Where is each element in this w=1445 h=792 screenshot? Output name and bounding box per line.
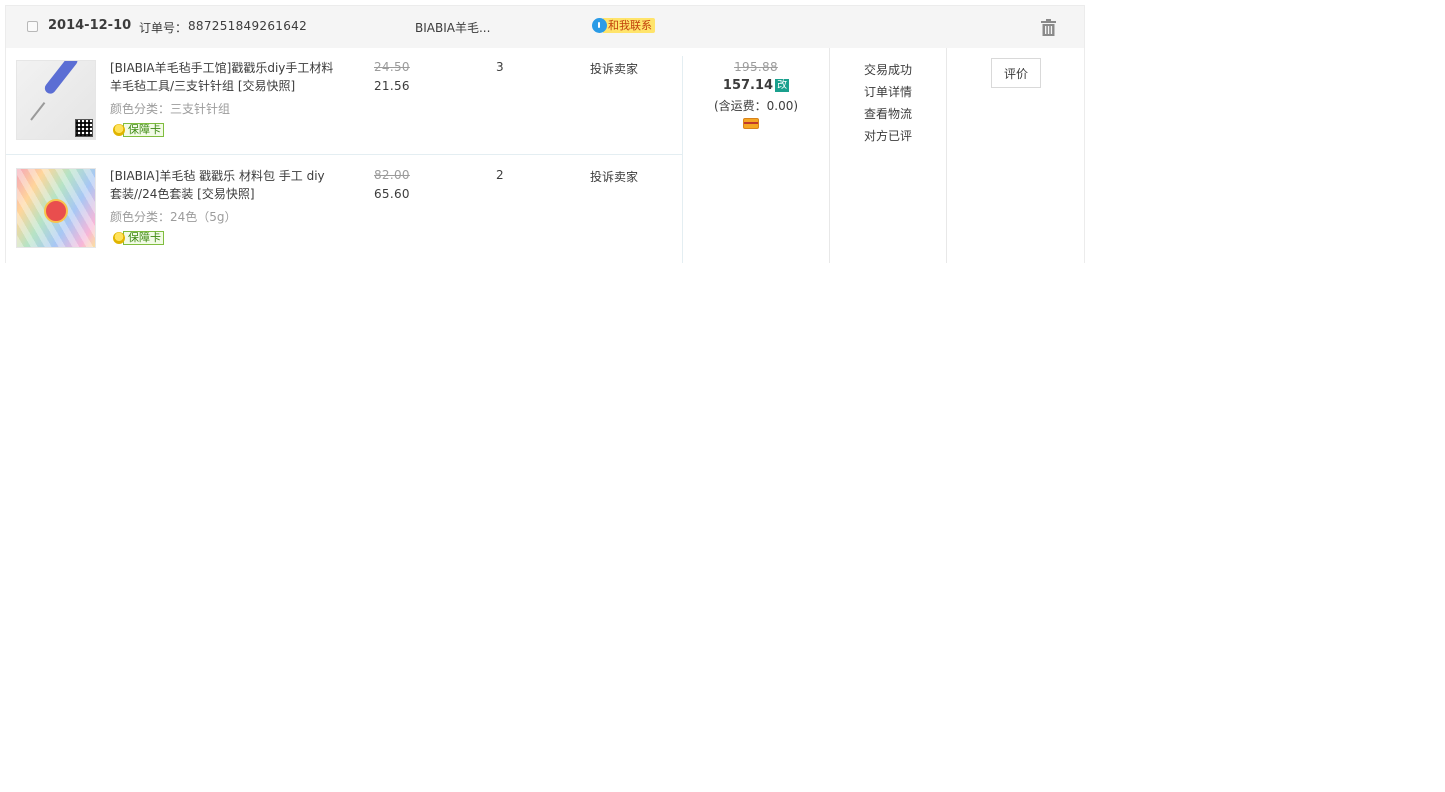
needle-image-shape	[30, 102, 46, 121]
order-card: 2014-12-10 订单号： 887251849261642 BIABIA羊毛…	[5, 5, 1085, 263]
qr-code-icon	[75, 119, 93, 137]
order-item: [BIABIA]羊毛毡 戳戳乐 材料包 手工 diy套装//24色套装 [交易快…	[6, 156, 682, 261]
order-header: 2014-12-10 订单号： 887251849261642 BIABIA羊毛…	[5, 5, 1085, 48]
trade-status: 交易成功	[863, 63, 912, 77]
guarantee-card-icon	[113, 124, 125, 136]
order-number: 887251849261642	[188, 19, 308, 33]
view-logistics-link[interactable]: 查看物流	[830, 105, 946, 122]
contact-seller-label: 和我联系	[603, 17, 655, 33]
item-sku: 颜色分类：24色（5g）	[110, 210, 237, 224]
total-price: 157.14 改	[683, 78, 829, 93]
seller-rated-status: 对方已评	[863, 129, 912, 143]
item-price: 65.60	[374, 187, 410, 201]
order-item: [BIABIA羊毛毡手工馆]戳戳乐diy手工材料羊毛毡工具/三支针针组 [交易快…	[6, 48, 682, 153]
item-divider	[6, 154, 682, 155]
total-original-price: 195.88	[734, 60, 778, 74]
pen-image-shape	[42, 61, 80, 96]
review-button[interactable]: 评价	[991, 58, 1041, 88]
wangwang-chat-icon	[592, 17, 607, 33]
item-quantity: 3	[496, 60, 504, 74]
guarantee-card-label: 保障卡	[123, 231, 164, 245]
column-divider	[946, 48, 947, 263]
column-divider	[829, 48, 830, 263]
order-date: 2014-12-10	[48, 18, 132, 33]
item-price: 21.56	[374, 79, 410, 93]
trash-icon[interactable]	[1041, 19, 1056, 36]
item-sku: 颜色分类：三支针针组	[110, 102, 231, 116]
shop-name-link[interactable]: BIABIA羊毛...	[415, 19, 490, 36]
shipping-fee: (含运费：0.00)	[713, 99, 799, 113]
order-body: [BIABIA羊毛毡手工馆]戳戳乐diy手工材料羊毛毡工具/三支针针组 [交易快…	[5, 48, 1085, 263]
item-thumbnail[interactable]	[16, 60, 96, 140]
shop-logo-icon	[44, 199, 68, 223]
price-modified-tag: 改	[775, 79, 790, 92]
order-detail-link[interactable]: 订单详情	[830, 83, 946, 100]
item-title-link[interactable]: [BIABIA]羊毛毡 戳戳乐 材料包 手工 diy套装//24色套装 [交易快…	[110, 167, 335, 203]
credit-card-icon[interactable]	[743, 118, 759, 129]
item-original-price: 24.50	[374, 60, 410, 74]
item-quantity: 2	[496, 168, 504, 182]
guarantee-card-badge[interactable]: 保障卡	[113, 122, 164, 138]
guarantee-card-badge[interactable]: 保障卡	[113, 230, 164, 246]
order-select-checkbox[interactable]	[27, 21, 38, 32]
item-original-price: 82.00	[374, 168, 410, 182]
order-number-label: 订单号：	[139, 21, 188, 35]
guarantee-card-label: 保障卡	[123, 123, 164, 137]
guarantee-card-icon	[113, 232, 125, 244]
complain-seller-link[interactable]: 投诉卖家	[590, 60, 638, 77]
item-title-link[interactable]: [BIABIA羊毛毡手工馆]戳戳乐diy手工材料羊毛毡工具/三支针针组 [交易快…	[110, 59, 335, 95]
complain-seller-link[interactable]: 投诉卖家	[590, 168, 638, 185]
total-price-value: 157.14	[722, 78, 774, 93]
contact-seller-button[interactable]: 和我联系	[592, 17, 655, 33]
item-thumbnail[interactable]	[16, 168, 96, 248]
